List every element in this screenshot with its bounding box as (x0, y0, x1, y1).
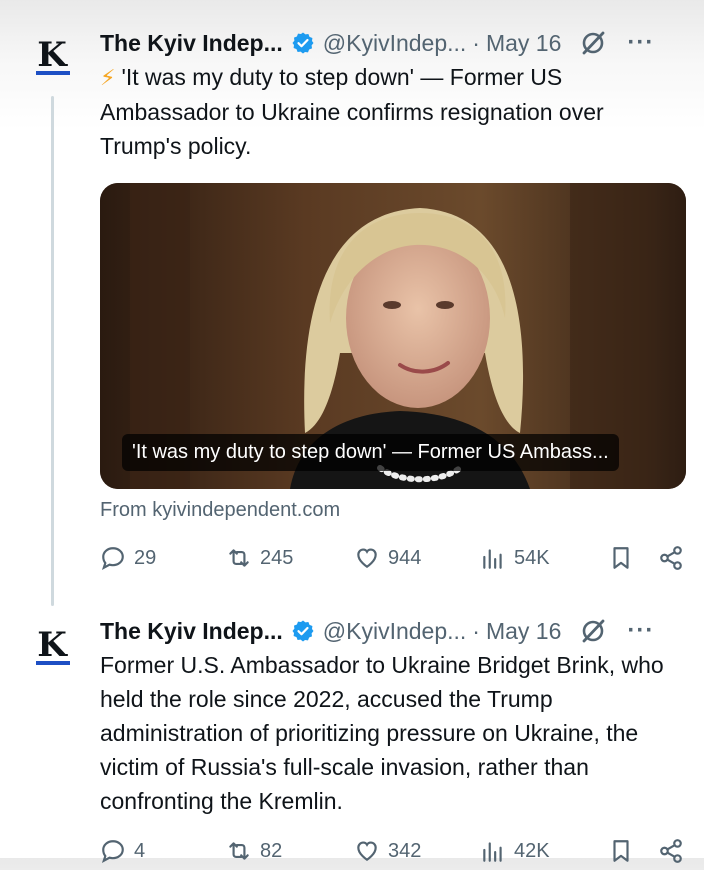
avatar-letter: K (37, 625, 67, 665)
reply-count: 4 (134, 839, 146, 862)
heart-icon (357, 548, 377, 568)
bookmark-icon (613, 840, 629, 862)
views-icon (483, 842, 502, 862)
like-button[interactable]: 342 (354, 838, 421, 864)
avatar[interactable]: K (30, 38, 74, 82)
tweet-date[interactable]: May 16 (486, 30, 561, 57)
grok-icon[interactable] (579, 617, 607, 645)
avatar-letter: K (37, 35, 67, 75)
share-icon (660, 839, 682, 863)
heart-icon (357, 841, 377, 861)
reply-button[interactable]: 4 (100, 838, 145, 864)
bookmark-button[interactable] (608, 545, 634, 571)
author-handle[interactable]: @KyivIndep... (323, 618, 467, 645)
views-count: 54K (514, 546, 550, 569)
views-button[interactable]: 54K (480, 545, 550, 571)
action-bar: 29 245 944 54K (100, 545, 690, 577)
retweet-count: 245 (260, 546, 294, 569)
retweet-count: 82 (260, 839, 283, 862)
retweet-icon (229, 842, 249, 860)
more-options-icon[interactable]: ··· (627, 29, 654, 57)
like-count: 944 (388, 546, 422, 569)
share-button[interactable] (658, 545, 684, 571)
avatar[interactable]: K (30, 628, 74, 672)
share-icon (660, 546, 682, 570)
thread-line (51, 96, 54, 606)
views-icon (483, 549, 502, 569)
tweet-header: The Kyiv Indep... @KyivIndep... · May 16… (100, 616, 690, 646)
tweet-text: ⚡ 'It was my duty to step down' — Former … (100, 60, 688, 163)
card-source[interactable]: From kyivindependent.com (100, 499, 340, 522)
tweet-text: Former U.S. Ambassador to Ukraine Bridge… (100, 652, 664, 814)
like-button[interactable]: 944 (354, 545, 421, 571)
verified-badge-icon (292, 32, 314, 54)
grok-icon[interactable] (579, 29, 607, 57)
card-caption: 'It was my duty to step down' — Former U… (122, 434, 619, 471)
tweet-header: The Kyiv Indep... @KyivIndep... · May 16… (100, 28, 690, 58)
author-name[interactable]: The Kyiv Indep... (100, 30, 283, 57)
separator-dot: · (472, 29, 480, 56)
reply-button[interactable]: 29 (100, 545, 156, 571)
views-count: 42K (514, 839, 550, 862)
lightning-icon: ⚡ (100, 65, 116, 90)
reply-icon (101, 547, 124, 570)
tweet-body: 'It was my duty to step down' — Former U… (100, 64, 604, 159)
retweet-button[interactable]: 245 (226, 545, 293, 571)
tweet-date[interactable]: May 16 (486, 618, 561, 645)
bookmark-icon (613, 547, 629, 569)
avatar-underline (36, 71, 70, 75)
views-button[interactable]: 42K (480, 838, 550, 864)
verified-badge-icon (292, 620, 314, 642)
reply-count: 29 (134, 546, 157, 569)
author-name[interactable]: The Kyiv Indep... (100, 618, 283, 645)
action-bar: 4 82 342 42K (100, 838, 690, 870)
link-card[interactable]: 'It was my duty to step down' — Former U… (100, 183, 686, 489)
reply-icon (101, 840, 124, 863)
more-options-icon[interactable]: ··· (627, 617, 654, 645)
retweet-button[interactable]: 82 (226, 838, 282, 864)
avatar-underline (36, 661, 70, 665)
bookmark-button[interactable] (608, 838, 634, 864)
like-count: 342 (388, 839, 422, 862)
separator-dot: · (472, 617, 480, 644)
author-handle[interactable]: @KyivIndep... (323, 30, 467, 57)
retweet-icon (229, 549, 249, 567)
share-button[interactable] (658, 838, 684, 864)
